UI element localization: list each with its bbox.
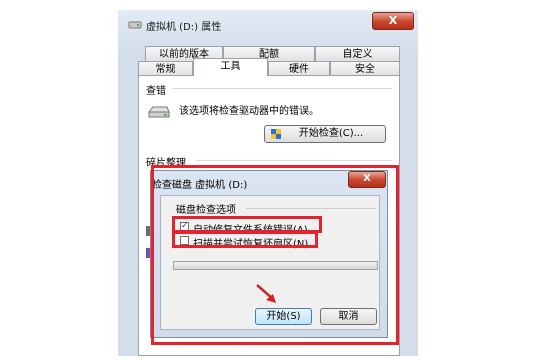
error-check-description: 该选项将检查驱动器中的错误。 [179,106,319,117]
tab-security[interactable]: 安全 [330,61,400,76]
tab-hardware[interactable]: 硬件 [268,61,330,76]
dialog-highlight-box [151,165,399,345]
tab-tools[interactable]: 工具 [193,58,268,76]
error-check-header: 查错 [146,86,166,97]
tab-general[interactable]: 常规 [138,61,193,76]
hard-drive-icon [147,106,170,118]
drive-icon [128,21,142,29]
tab-customize[interactable]: 自定义 [315,46,400,61]
start-check-label: 开始检查(C)... [298,128,364,139]
start-check-button[interactable]: 开始检查(C)... [264,125,386,143]
divider [172,88,392,89]
option2-highlight-box [172,231,318,248]
divider [196,160,392,161]
window-close-button[interactable]: X [372,12,414,30]
shield-icon [271,129,281,139]
window-title: 虚拟机 (D:) 属性 [146,22,222,33]
pointer-arrow-icon [256,284,276,303]
